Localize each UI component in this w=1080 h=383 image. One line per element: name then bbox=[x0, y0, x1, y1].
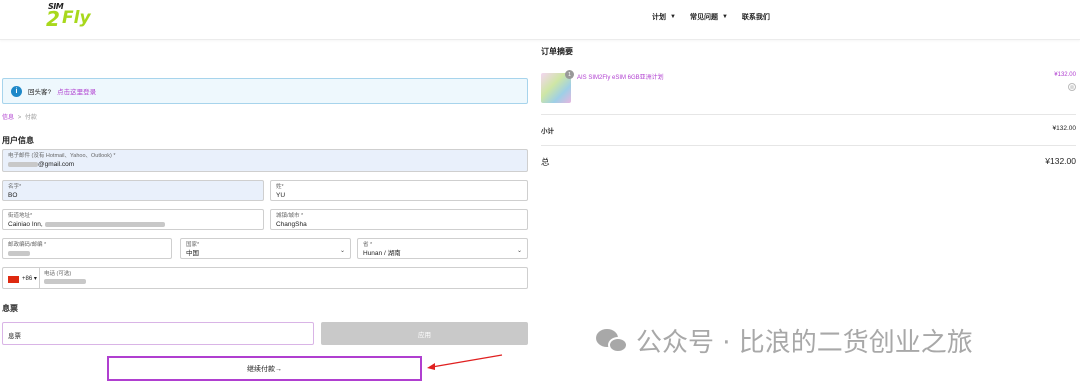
street-address-value: Cainiao Inn, bbox=[8, 220, 258, 229]
total-label: 总 bbox=[541, 157, 550, 167]
phone-value bbox=[44, 278, 86, 285]
email-domain: @gmail.com bbox=[38, 161, 75, 168]
first-name-value: BO bbox=[8, 192, 18, 199]
redacted-text bbox=[8, 161, 38, 167]
email-field[interactable]: 电子邮件 (没有 Hotmail、Yahoo、Outlook) * @gmail… bbox=[2, 149, 528, 172]
redacted-text bbox=[44, 278, 86, 284]
coupon-title: 息票 bbox=[2, 304, 18, 313]
nav-item-label: 联系我们 bbox=[741, 14, 770, 21]
phone-field[interactable]: +86 ▾ 电话 (可选) bbox=[2, 267, 528, 289]
nav-item-label: 计划 bbox=[652, 14, 666, 21]
product-thumbnail: 1 bbox=[541, 70, 574, 103]
breadcrumb-info[interactable]: 信息 bbox=[2, 115, 14, 121]
wechat-watermark: 公众号 · 比浪的二货创业之旅 bbox=[596, 322, 973, 359]
chevron-down-icon: ⌄ bbox=[516, 248, 522, 254]
logo-fly-text: Fly bbox=[62, 8, 91, 28]
order-divider bbox=[541, 114, 1076, 115]
login-link[interactable]: 点击这里登录 bbox=[57, 86, 96, 96]
nav-item-plans[interactable]: 计划 ▼ bbox=[652, 12, 676, 22]
red-arrow-annotation bbox=[427, 354, 503, 370]
postcode-value bbox=[8, 249, 166, 258]
info-icon: i bbox=[11, 85, 22, 97]
last-name-value: YU bbox=[276, 192, 286, 199]
nav-item-label: 常见问题 bbox=[689, 14, 718, 21]
redacted-text bbox=[8, 250, 30, 256]
wechat-icon bbox=[596, 327, 630, 355]
street-address-label: 街道地址* bbox=[8, 213, 33, 219]
nav-item-contact[interactable]: 联系我们 bbox=[742, 12, 770, 22]
postcode-field[interactable]: 邮政编码/邮编 * bbox=[2, 238, 172, 259]
street-address-text: Cainiao Inn, bbox=[8, 221, 43, 228]
email-value: @gmail.com bbox=[8, 160, 522, 169]
province-select[interactable]: 省 * Hunan / 湖南 ⌄ bbox=[357, 238, 528, 259]
china-flag-icon[interactable] bbox=[8, 276, 19, 283]
last-name-label: 姓* bbox=[276, 184, 284, 190]
phone-input[interactable]: 电话 (可选) bbox=[44, 271, 86, 285]
continue-payment-button[interactable]: 继续付款→ bbox=[107, 356, 422, 381]
total-value: ¥132.00 bbox=[1045, 156, 1076, 166]
remove-item-icon[interactable]: ⊗ bbox=[1068, 83, 1076, 91]
city-value: ChangSha bbox=[276, 221, 307, 228]
first-name-label: 名字* bbox=[8, 184, 22, 190]
quantity-badge: 1 bbox=[565, 70, 574, 79]
order-summary-title: 订单摘要 bbox=[541, 47, 573, 56]
returning-customer-notice: i 回头客? 点击这里登录 bbox=[2, 78, 528, 104]
subtotal-value: ¥132.00 bbox=[1052, 125, 1077, 132]
phone-label: 电话 (可选) bbox=[44, 271, 72, 277]
email-label: 电子邮件 (没有 Hotmail、Yahoo、Outlook) * bbox=[8, 153, 116, 159]
province-label: 省 * bbox=[363, 242, 373, 248]
phone-code-text: +86 bbox=[22, 276, 33, 282]
city-field[interactable]: 城镇/城市 * ChangSha bbox=[270, 209, 528, 230]
coupon-input[interactable]: 息票 bbox=[2, 322, 314, 345]
country-select[interactable]: 国家* 中国 ⌄ bbox=[180, 238, 351, 259]
last-name-field[interactable]: 姓* YU bbox=[270, 180, 528, 201]
product-price: ¥132.00 bbox=[1054, 72, 1076, 78]
main-nav: 计划 ▼ 常见问题 ▼ 联系我们 bbox=[652, 12, 770, 22]
country-value: 中国 bbox=[186, 250, 199, 257]
user-info-title: 用户信息 bbox=[2, 136, 34, 145]
watermark-text: 公众号 · 比浪的二货创业之旅 bbox=[636, 328, 973, 358]
breadcrumb-payment: 付款 bbox=[24, 115, 37, 121]
redacted-text bbox=[44, 221, 165, 227]
postcode-label: 邮政编码/邮编 * bbox=[8, 242, 47, 248]
phone-country-code[interactable]: +86 ▾ bbox=[22, 275, 37, 282]
product-name[interactable]: AIS SIM2Fly eSIM 6GB亚洲计划 bbox=[577, 72, 664, 81]
chevron-down-icon: ▼ bbox=[670, 14, 676, 20]
first-name-field[interactable]: 名字* BO bbox=[2, 180, 264, 201]
nav-item-faq[interactable]: 常见问题 ▼ bbox=[690, 12, 728, 22]
returning-customer-text: 回头客? bbox=[28, 89, 52, 96]
breadcrumb: 信息 > 付款 bbox=[2, 112, 37, 121]
sim2fly-logo[interactable]: SIM 2 Fly bbox=[46, 2, 96, 32]
chevron-down-icon: ▼ bbox=[721, 14, 728, 20]
apply-coupon-button[interactable]: 应用 bbox=[321, 322, 528, 345]
site-header: SIM 2 Fly 计划 ▼ 常见问题 ▼ 联系我们 bbox=[0, 0, 1080, 40]
street-address-field[interactable]: 街道地址* Cainiao Inn, bbox=[2, 209, 264, 230]
city-label: 城镇/城市 * bbox=[276, 213, 304, 219]
breadcrumb-separator: > bbox=[17, 115, 22, 121]
phone-divider bbox=[39, 268, 40, 288]
province-value: Hunan / 湖南 bbox=[363, 250, 401, 257]
chevron-down-icon: ⌄ bbox=[339, 248, 345, 254]
subtotal-label: 小计 bbox=[541, 128, 554, 135]
logo-two-text: 2 bbox=[46, 7, 60, 31]
country-label: 国家* bbox=[186, 242, 200, 248]
subtotal-divider bbox=[541, 145, 1076, 146]
